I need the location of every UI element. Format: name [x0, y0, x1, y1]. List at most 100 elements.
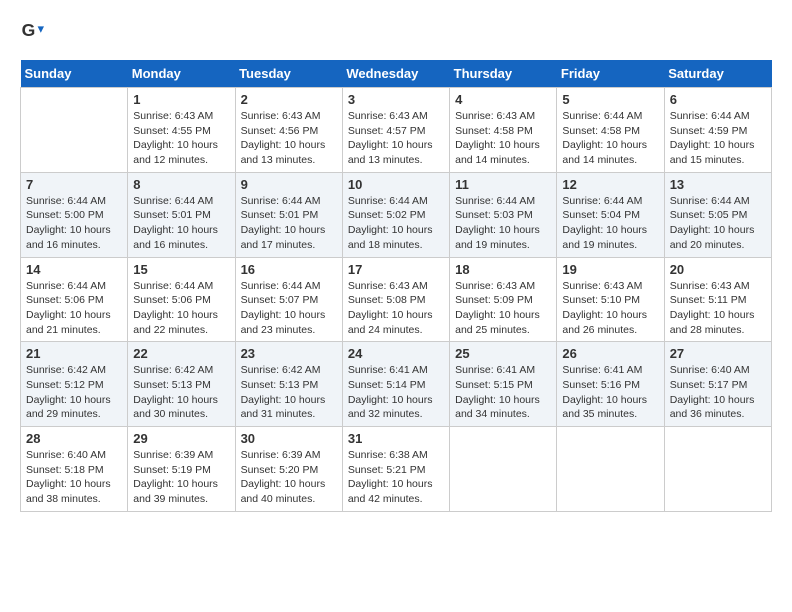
- sunrise-text: Sunrise: 6:44 AM: [133, 194, 229, 209]
- calendar-cell: 19Sunrise: 6:43 AMSunset: 5:10 PMDayligh…: [557, 257, 664, 342]
- calendar-cell: 14Sunrise: 6:44 AMSunset: 5:06 PMDayligh…: [21, 257, 128, 342]
- day-info: Sunrise: 6:44 AMSunset: 5:02 PMDaylight:…: [348, 194, 444, 253]
- day-number: 29: [133, 431, 229, 446]
- day-info: Sunrise: 6:39 AMSunset: 5:20 PMDaylight:…: [241, 448, 337, 507]
- sunset-text: Sunset: 5:04 PM: [562, 208, 658, 223]
- sunrise-text: Sunrise: 6:43 AM: [348, 279, 444, 294]
- sunset-text: Sunset: 5:00 PM: [26, 208, 122, 223]
- sunset-text: Sunset: 5:06 PM: [133, 293, 229, 308]
- sunrise-text: Sunrise: 6:42 AM: [133, 363, 229, 378]
- sunrise-text: Sunrise: 6:44 AM: [562, 194, 658, 209]
- day-info: Sunrise: 6:43 AMSunset: 5:08 PMDaylight:…: [348, 279, 444, 338]
- sunrise-text: Sunrise: 6:41 AM: [562, 363, 658, 378]
- daylight-text: Daylight: 10 hours and 30 minutes.: [133, 393, 229, 422]
- sunrise-text: Sunrise: 6:43 AM: [455, 109, 551, 124]
- day-info: Sunrise: 6:43 AMSunset: 4:56 PMDaylight:…: [241, 109, 337, 168]
- sunset-text: Sunset: 5:21 PM: [348, 463, 444, 478]
- sunrise-text: Sunrise: 6:39 AM: [241, 448, 337, 463]
- daylight-text: Daylight: 10 hours and 24 minutes.: [348, 308, 444, 337]
- calendar-cell: 4 Sunrise: 6:43 AMSunset: 4:58 PMDaylight…: [450, 88, 557, 173]
- sunset-text: Sunset: 4:58 PM: [562, 124, 658, 139]
- day-number: 18: [455, 262, 551, 277]
- sunset-text: Sunset: 4:59 PM: [670, 124, 766, 139]
- sunrise-text: Sunrise: 6:43 AM: [241, 109, 337, 124]
- calendar-cell: 1Sunrise: 6:43 AMSunset: 4:55 PMDaylight…: [128, 88, 235, 173]
- sunset-text: Sunset: 5:02 PM: [348, 208, 444, 223]
- day-number: 12: [562, 177, 658, 192]
- sunset-text: Sunset: 5:18 PM: [26, 463, 122, 478]
- calendar-cell: [557, 427, 664, 512]
- day-number: 8: [133, 177, 229, 192]
- svg-text:G: G: [22, 20, 36, 40]
- day-info: Sunrise: 6:40 AMSunset: 5:18 PMDaylight:…: [26, 448, 122, 507]
- calendar-cell: 23Sunrise: 6:42 AMSunset: 5:13 PMDayligh…: [235, 342, 342, 427]
- calendar-cell: 29 Sunrise: 6:39 AMSunset: 5:19 PMDayligh…: [128, 427, 235, 512]
- day-number: 16: [241, 262, 337, 277]
- daylight-text: Daylight: 10 hours and 42 minutes.: [348, 477, 444, 506]
- daylight-text: Daylight: 10 hours and 40 minutes.: [241, 477, 337, 506]
- calendar-cell: 28 Sunrise: 6:40 AMSunset: 5:18 PMDayligh…: [21, 427, 128, 512]
- day-number: 28: [26, 431, 122, 446]
- sunset-text: Sunset: 5:10 PM: [562, 293, 658, 308]
- calendar-cell: 27 Sunrise: 6:40 AMSunset: 5:17 PMDayligh…: [664, 342, 771, 427]
- weekday-header-sunday: Sunday: [21, 60, 128, 88]
- day-number: 5: [562, 92, 658, 107]
- sunrise-text: Sunrise: 6:44 AM: [26, 194, 122, 209]
- daylight-text: Daylight: 10 hours and 38 minutes.: [26, 477, 122, 506]
- day-number: 11: [455, 177, 551, 192]
- calendar-cell: 11Sunrise: 6:44 AMSunset: 5:03 PMDayligh…: [450, 172, 557, 257]
- daylight-text: Daylight: 10 hours and 13 minutes.: [241, 138, 337, 167]
- day-info: Sunrise: 6:43 AMSunset: 4:58 PMDaylight:…: [455, 109, 551, 168]
- calendar-cell: 5Sunrise: 6:44 AMSunset: 4:58 PMDaylight…: [557, 88, 664, 173]
- calendar-cell: 2Sunrise: 6:43 AMSunset: 4:56 PMDaylight…: [235, 88, 342, 173]
- calendar-cell: 10 Sunrise: 6:44 AMSunset: 5:02 PMDayligh…: [342, 172, 449, 257]
- day-info: Sunrise: 6:44 AMSunset: 5:05 PMDaylight:…: [670, 194, 766, 253]
- day-info: Sunrise: 6:39 AMSunset: 5:19 PMDaylight:…: [133, 448, 229, 507]
- sunrise-text: Sunrise: 6:44 AM: [26, 279, 122, 294]
- day-number: 25: [455, 346, 551, 361]
- daylight-text: Daylight: 10 hours and 28 minutes.: [670, 308, 766, 337]
- day-number: 21: [26, 346, 122, 361]
- calendar-cell: [450, 427, 557, 512]
- sunrise-text: Sunrise: 6:44 AM: [670, 109, 766, 124]
- day-info: Sunrise: 6:44 AMSunset: 5:00 PMDaylight:…: [26, 194, 122, 253]
- sunset-text: Sunset: 5:07 PM: [241, 293, 337, 308]
- weekday-header-wednesday: Wednesday: [342, 60, 449, 88]
- sunrise-text: Sunrise: 6:40 AM: [670, 363, 766, 378]
- sunset-text: Sunset: 5:17 PM: [670, 378, 766, 393]
- daylight-text: Daylight: 10 hours and 29 minutes.: [26, 393, 122, 422]
- day-info: Sunrise: 6:40 AMSunset: 5:17 PMDaylight:…: [670, 363, 766, 422]
- day-number: 24: [348, 346, 444, 361]
- day-number: 23: [241, 346, 337, 361]
- sunrise-text: Sunrise: 6:43 AM: [348, 109, 444, 124]
- sunrise-text: Sunrise: 6:42 AM: [241, 363, 337, 378]
- logo: G: [20, 20, 48, 44]
- daylight-text: Daylight: 10 hours and 34 minutes.: [455, 393, 551, 422]
- day-number: 15: [133, 262, 229, 277]
- sunset-text: Sunset: 5:19 PM: [133, 463, 229, 478]
- sunrise-text: Sunrise: 6:40 AM: [26, 448, 122, 463]
- day-number: 10: [348, 177, 444, 192]
- day-info: Sunrise: 6:42 AMSunset: 5:13 PMDaylight:…: [133, 363, 229, 422]
- calendar-cell: 16Sunrise: 6:44 AMSunset: 5:07 PMDayligh…: [235, 257, 342, 342]
- day-info: Sunrise: 6:44 AMSunset: 5:01 PMDaylight:…: [133, 194, 229, 253]
- sunrise-text: Sunrise: 6:43 AM: [133, 109, 229, 124]
- weekday-header-thursday: Thursday: [450, 60, 557, 88]
- calendar-cell: 20Sunrise: 6:43 AMSunset: 5:11 PMDayligh…: [664, 257, 771, 342]
- day-number: 22: [133, 346, 229, 361]
- day-info: Sunrise: 6:44 AMSunset: 5:04 PMDaylight:…: [562, 194, 658, 253]
- day-info: Sunrise: 6:44 AMSunset: 5:06 PMDaylight:…: [26, 279, 122, 338]
- daylight-text: Daylight: 10 hours and 23 minutes.: [241, 308, 337, 337]
- sunset-text: Sunset: 5:06 PM: [26, 293, 122, 308]
- day-number: 3: [348, 92, 444, 107]
- day-info: Sunrise: 6:43 AMSunset: 5:11 PMDaylight:…: [670, 279, 766, 338]
- day-number: 27: [670, 346, 766, 361]
- sunrise-text: Sunrise: 6:44 AM: [348, 194, 444, 209]
- sunset-text: Sunset: 4:55 PM: [133, 124, 229, 139]
- sunrise-text: Sunrise: 6:44 AM: [562, 109, 658, 124]
- daylight-text: Daylight: 10 hours and 21 minutes.: [26, 308, 122, 337]
- day-number: 6: [670, 92, 766, 107]
- day-number: 13: [670, 177, 766, 192]
- day-number: 4: [455, 92, 551, 107]
- calendar-cell: 3Sunrise: 6:43 AMSunset: 4:57 PMDaylight…: [342, 88, 449, 173]
